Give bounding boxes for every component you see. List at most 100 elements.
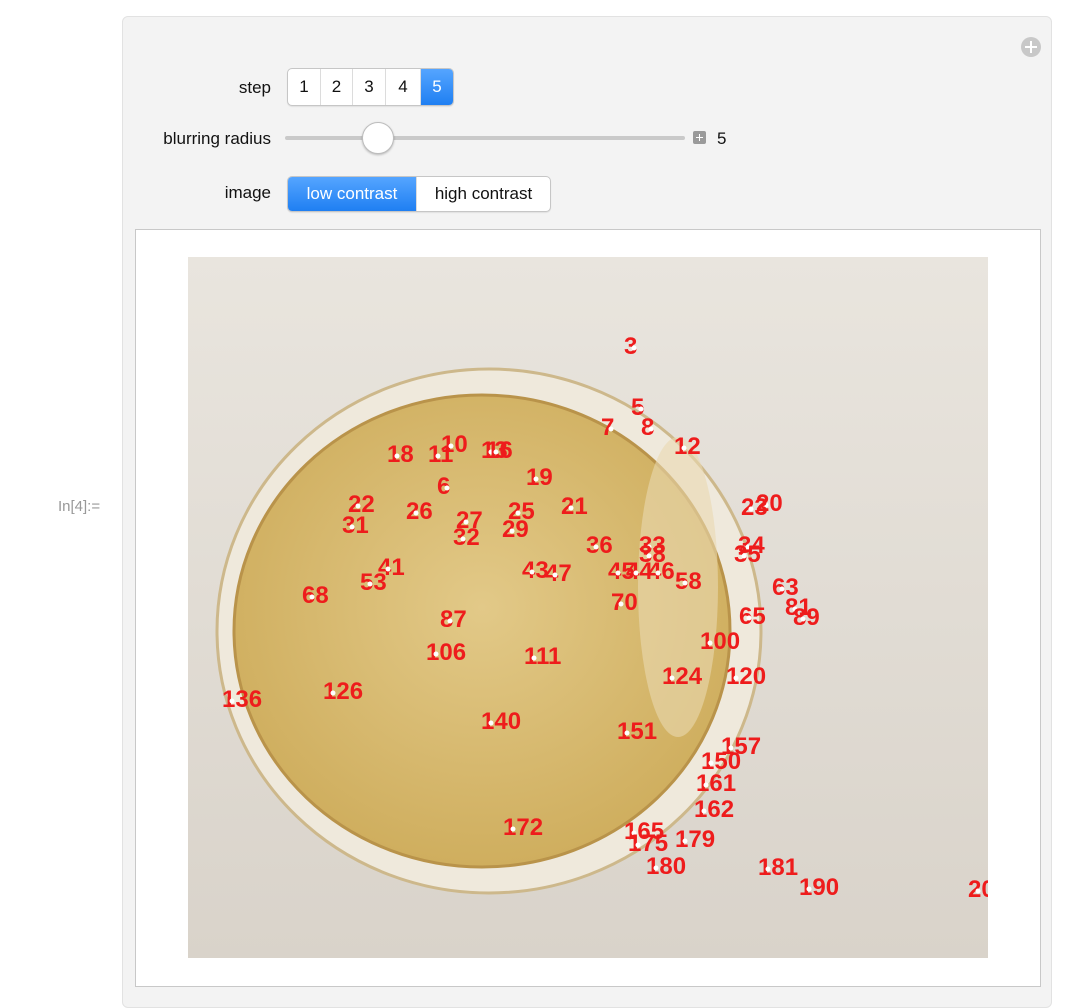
colony-dot <box>701 808 707 814</box>
colony-dot <box>653 865 659 871</box>
colony-dot <box>509 528 515 534</box>
colony-label: 106 <box>426 639 466 666</box>
image-selector: low contrast high contrast <box>287 176 551 212</box>
colony-dot <box>330 690 336 696</box>
colony-label: 31 <box>342 512 369 539</box>
colony-label: 172 <box>503 814 543 841</box>
colony-dot <box>355 503 361 509</box>
colony-dot <box>229 698 235 704</box>
colony-dot <box>631 345 637 351</box>
step-label: step <box>238 78 271 97</box>
colony-label: 47 <box>545 560 572 587</box>
colony-dot <box>593 544 599 550</box>
colony-label: 161 <box>696 770 736 797</box>
colony-label: 53 <box>360 569 387 596</box>
colony-label: 162 <box>694 796 734 823</box>
colony-dot <box>806 886 812 892</box>
input-cell-label: In[4]:= <box>58 498 101 515</box>
colony-label: 89 <box>793 604 820 631</box>
colony-dot <box>638 406 644 412</box>
colony-dot <box>682 838 688 844</box>
step-option-3[interactable]: 3 <box>353 69 386 105</box>
colony-label: 12 <box>674 433 701 460</box>
colony-dot <box>624 730 630 736</box>
colony-dot <box>682 580 688 586</box>
slider-expand-icon[interactable] <box>693 131 706 144</box>
colony-dot <box>748 506 754 512</box>
colony-dot <box>448 443 454 449</box>
step-selector: 1 2 3 4 5 <box>287 68 454 106</box>
colony-label: 36 <box>586 532 613 559</box>
colony-dot <box>655 570 661 576</box>
colony-label: 21 <box>561 493 588 520</box>
colony-dot <box>741 553 747 559</box>
colony-label: 111 <box>524 643 561 670</box>
blurring-radius-slider-thumb[interactable] <box>362 122 394 154</box>
colony-dot <box>394 453 400 459</box>
colony-dot <box>531 655 537 661</box>
colony-label: 140 <box>481 708 521 735</box>
colony-label: 100 <box>700 628 740 655</box>
colony-label: 70 <box>611 589 638 616</box>
colony-dot <box>488 720 494 726</box>
colony-dot <box>635 842 641 848</box>
colony-dot <box>433 651 439 657</box>
step-option-2[interactable]: 2 <box>321 69 353 105</box>
colony-label: 190 <box>799 874 839 901</box>
colony-dot <box>608 426 614 432</box>
step-option-1[interactable]: 1 <box>288 69 321 105</box>
colony-label: 44 <box>626 558 653 585</box>
colony-label: 124 <box>662 663 703 690</box>
colony-label: 181 <box>758 854 798 881</box>
colony-label: 35 <box>734 541 761 568</box>
blurring-radius-slider-track[interactable] <box>285 136 685 140</box>
colony-dot <box>568 505 574 511</box>
colony-label: 18 <box>387 441 414 468</box>
colony-dot <box>515 510 521 516</box>
colony-label: 29 <box>502 516 529 543</box>
colony-dot <box>552 572 558 578</box>
add-icon[interactable] <box>1021 37 1041 57</box>
colony-dot <box>733 675 739 681</box>
colony-label: 10 <box>441 431 468 458</box>
colony-label: 58 <box>675 568 702 595</box>
colony-label: 23 <box>741 494 768 521</box>
colony-label: 180 <box>646 853 686 880</box>
colony-label: 26 <box>406 498 433 525</box>
colony-label: 19 <box>526 464 553 491</box>
colony-dot <box>510 826 516 832</box>
output-image-frame: 3578121811101316192023622212625272932313… <box>135 229 1041 987</box>
image-option-high-contrast[interactable]: high contrast <box>417 177 550 211</box>
colony-dot <box>681 445 687 451</box>
colony-label: 136 <box>222 686 262 713</box>
colony-dot <box>444 485 450 491</box>
colony-label: 68 <box>302 582 329 609</box>
colony-image: 3578121811101316192023622212625272932313… <box>188 257 988 958</box>
colony-dot <box>309 594 315 600</box>
manipulate-panel: step 1 2 3 4 5 blurring radius 5 image l… <box>122 16 1052 1008</box>
colony-dot <box>493 449 499 455</box>
blurring-radius-value: 5 <box>717 129 727 148</box>
colony-label: 65 <box>739 603 766 630</box>
colony-dot <box>708 760 714 766</box>
colony-label: 32 <box>453 524 480 551</box>
colony-dot <box>800 616 806 622</box>
colony-dot <box>435 453 441 459</box>
step-option-5[interactable]: 5 <box>421 69 453 105</box>
colony-dot <box>779 586 785 592</box>
colony-label: 126 <box>323 678 363 705</box>
colony-dot <box>618 601 624 607</box>
colony-dot <box>413 510 419 516</box>
colony-dot <box>615 570 621 576</box>
colony-label: 120 <box>726 663 766 690</box>
colony-dot <box>746 615 752 621</box>
colony-label: 87 <box>440 606 467 633</box>
step-option-4[interactable]: 4 <box>386 69 421 105</box>
colony-dot <box>529 569 535 575</box>
colony-dot <box>648 426 654 432</box>
colony-dot <box>349 524 355 530</box>
image-option-low-contrast[interactable]: low contrast <box>288 177 417 211</box>
colony-label: 179 <box>675 826 715 853</box>
colony-dot <box>669 675 675 681</box>
colony-dot <box>367 581 373 587</box>
